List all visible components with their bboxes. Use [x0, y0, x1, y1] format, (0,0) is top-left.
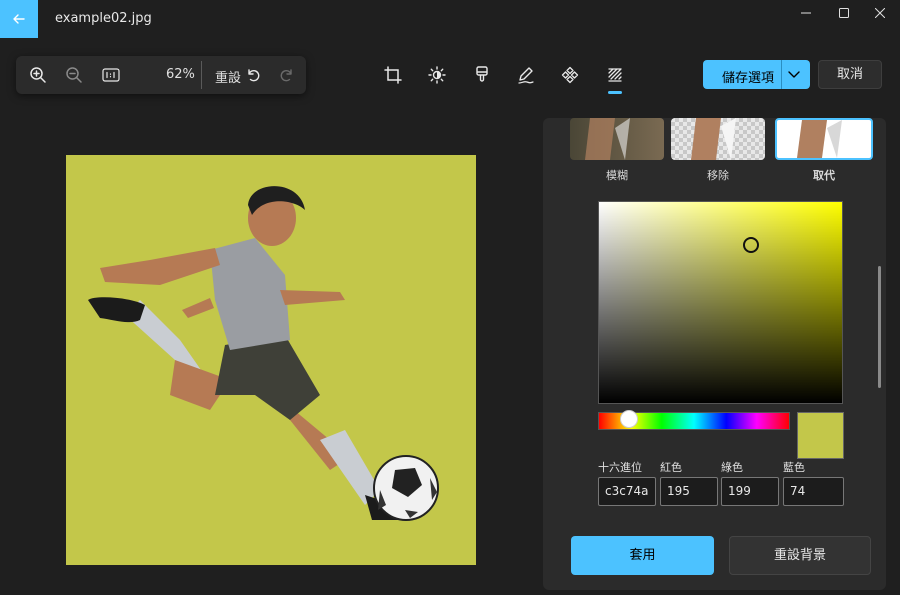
red-label: 紅色	[660, 461, 682, 474]
markup-tool-button[interactable]	[516, 65, 536, 85]
crop-tool-button[interactable]	[383, 65, 403, 85]
minimize-icon	[801, 12, 811, 14]
zoom-in-icon	[30, 67, 46, 83]
zoom-in-button[interactable]	[28, 65, 48, 85]
effects-tool-button[interactable]	[560, 65, 580, 85]
zoom-out-icon	[66, 67, 82, 83]
adjustment-tool-button[interactable]	[427, 65, 447, 85]
background-panel: 模糊 移除 取代 十六進位 紅色 綠色 藍色 c3c74a 195 199 74…	[543, 118, 886, 590]
background-icon	[608, 68, 622, 82]
brush-icon	[476, 66, 488, 82]
save-options-button[interactable]: 儲存選項	[703, 60, 810, 89]
background-tool-button[interactable]	[605, 65, 625, 85]
back-button[interactable]	[0, 0, 38, 38]
blur-option-label: 模糊	[606, 169, 628, 182]
chevron-down-icon[interactable]	[787, 69, 801, 79]
cancel-button[interactable]: 取消	[818, 60, 882, 89]
hex-input[interactable]: c3c74a	[598, 477, 656, 506]
color-preview-swatch	[797, 412, 844, 459]
close-icon	[875, 8, 885, 18]
replace-option-label: 取代	[813, 169, 835, 182]
undo-button[interactable]	[243, 65, 263, 85]
reset-button[interactable]: 重設	[215, 67, 241, 86]
apply-button[interactable]: 套用	[571, 536, 714, 575]
saturation-value-picker[interactable]	[598, 201, 843, 404]
replace-option[interactable]	[775, 118, 873, 160]
maximize-icon	[839, 8, 849, 18]
active-tool-indicator	[608, 91, 622, 94]
remove-option-label: 移除	[707, 169, 729, 182]
undo-icon	[248, 69, 260, 82]
zoom-toolbar: 62% 重設	[16, 56, 306, 94]
replace-thumbnail	[797, 120, 842, 158]
save-button-separator	[781, 60, 782, 89]
back-arrow-icon	[13, 14, 25, 24]
redo-icon	[280, 69, 292, 82]
blue-label: 藍色	[783, 461, 805, 474]
effects-icon	[561, 66, 579, 84]
hex-label: 十六進位	[598, 461, 642, 474]
zoom-level[interactable]: 62%	[166, 67, 195, 82]
image-canvas	[66, 155, 476, 565]
maximize-button[interactable]	[824, 0, 864, 26]
actual-size-button[interactable]	[101, 65, 121, 85]
green-label: 綠色	[721, 461, 743, 474]
reset-background-button[interactable]: 重設背景	[729, 536, 871, 575]
pen-icon	[518, 67, 534, 84]
retouch-tool-button[interactable]	[472, 65, 492, 85]
blur-thumbnail	[585, 118, 630, 160]
redo-button[interactable]	[277, 65, 297, 85]
panel-scrollbar[interactable]	[878, 266, 881, 388]
blue-input[interactable]: 74	[783, 477, 844, 506]
red-input[interactable]: 195	[660, 477, 718, 506]
toolbar-divider	[201, 61, 202, 89]
actual-size-icon	[102, 68, 120, 82]
blur-option[interactable]	[570, 118, 664, 160]
color-selector-handle[interactable]	[743, 237, 759, 253]
remove-option[interactable]	[671, 118, 765, 160]
window-title: example02.jpg	[55, 11, 152, 26]
minimize-button[interactable]	[786, 0, 826, 26]
soccer-player-image	[88, 186, 439, 521]
hue-slider-thumb[interactable]	[620, 410, 638, 428]
green-input[interactable]: 199	[721, 477, 779, 506]
zoom-out-button[interactable]	[64, 65, 84, 85]
crop-icon	[384, 66, 402, 84]
save-options-label: 儲存選項	[722, 71, 775, 86]
remove-thumbnail	[691, 118, 736, 160]
brightness-icon	[428, 66, 446, 84]
close-window-button[interactable]	[860, 0, 900, 26]
title-bar: example02.jpg	[0, 0, 900, 38]
